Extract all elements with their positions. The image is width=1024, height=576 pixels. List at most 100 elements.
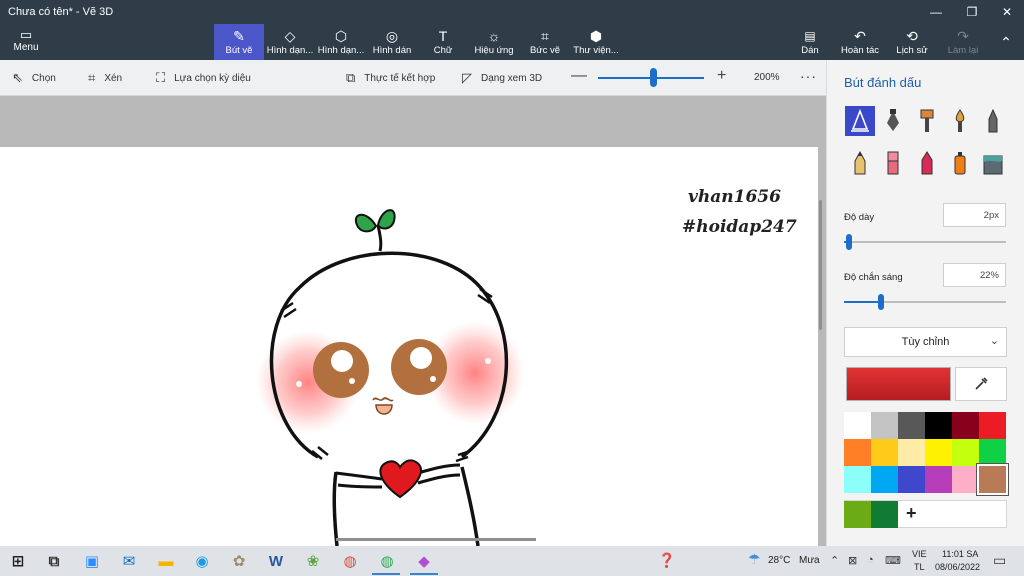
custom-color-swatch[interactable] [871,501,898,528]
tool-2d-shapes[interactable]: ◇ Hình dạn... [266,24,314,60]
mail-icon[interactable]: ✉ [119,551,139,571]
palette-swatch[interactable] [844,439,871,466]
vertical-scrollbar[interactable] [819,200,822,330]
current-color-swatch[interactable] [846,367,951,401]
notification-icon[interactable]: ▭ [993,552,1006,569]
palette-swatch[interactable] [844,412,871,439]
language-line2[interactable]: TL [914,562,925,572]
chrome-icon[interactable]: ◍ [340,551,360,571]
fill-button[interactable] [978,148,1008,178]
collapse-ribbon-button[interactable]: ⌃ [994,30,1018,54]
watermark-hashtag: #hoidap247 [682,217,797,237]
history-button[interactable]: ⟲ Lịch sử [892,24,932,60]
tool-effects[interactable]: ☼ Hiệu ứng [470,24,518,60]
weather-icon[interactable]: ☂ [748,551,761,568]
crop-button[interactable]: ⌗ Xén [88,60,122,96]
help-icon[interactable]: ❓ [658,552,675,569]
magic-select-button[interactable]: ⛶ Lựa chọn kỳ diệu [156,60,251,96]
palette-swatch[interactable] [898,439,925,466]
opacity-slider-thumb[interactable] [878,294,884,310]
word-icon[interactable]: W [266,551,286,571]
crayon-button[interactable] [912,148,942,178]
wifi-icon[interactable]: ◔ [867,554,874,566]
more-options-button[interactable]: ··· [800,68,817,84]
palette-swatch[interactable] [952,412,979,439]
palette-swatch[interactable] [871,466,898,493]
task-view-icon[interactable]: ⧉ [44,551,64,571]
opacity-label: Độ chắn sáng [844,272,903,283]
clock-time[interactable]: 11:01 SA [942,549,978,559]
spray-can-button[interactable] [945,148,975,178]
pencil-button[interactable] [845,148,875,178]
maximize-button[interactable]: ❐ [955,0,989,24]
right-eye-dot [430,376,436,382]
custom-color-swatch[interactable] [844,501,871,528]
palette-swatch[interactable] [952,439,979,466]
palette-swatch[interactable] [871,439,898,466]
opacity-input[interactable]: 22% [943,263,1006,287]
undo-button[interactable]: ↶ Hoàn tác [838,24,882,60]
palette-swatch[interactable] [925,466,952,493]
watercolor-button[interactable] [945,106,975,136]
finish-dropdown[interactable]: Tùy chỉnh ⌄ [844,327,1007,357]
eyedropper-button[interactable] [955,367,1007,401]
close-button[interactable]: ✕ [990,0,1024,24]
chevron-up-icon[interactable]: ⌃ [830,554,839,567]
zoom-out-button[interactable]: — [571,67,587,85]
palette-swatch[interactable] [977,464,1008,495]
chrome-profile-icon[interactable]: ◍ [377,551,397,571]
menu-button[interactable]: ▭ Menu [6,27,46,57]
palette-swatch[interactable] [898,412,925,439]
language-line1[interactable]: VIE [912,549,927,559]
meet-now-icon[interactable]: ⊠ [848,554,857,567]
app-icon[interactable]: ❀ [303,551,323,571]
thickness-slider-track[interactable] [844,241,1006,243]
palette-swatch[interactable] [979,412,1006,439]
undo-icon: ↶ [854,28,866,44]
thickness-slider-thumb[interactable] [846,234,852,250]
view-3d-button[interactable]: ◸ Dạng xem 3D [462,60,542,96]
eraser-button[interactable] [878,148,908,178]
palette-swatch[interactable] [979,439,1006,466]
redo-button[interactable]: ↷ Làm lại [943,24,983,60]
paint-3d-icon[interactable]: ◆ [414,551,434,571]
tool-text[interactable]: T Chữ [425,24,461,60]
mixed-reality-button[interactable]: ⧉ Thực tế kết hợp [346,60,435,96]
edge-icon[interactable]: ◉ [192,551,212,571]
calligraphy-pen-icon [887,109,899,131]
select-button[interactable]: ⇖ Chọn [12,60,56,96]
file-explorer-icon[interactable]: ▬ [156,551,176,571]
marker-brush-button[interactable] [845,106,875,136]
zoom-slider-thumb[interactable] [650,68,657,87]
palette-swatch[interactable] [898,466,925,493]
palette-swatch[interactable] [925,439,952,466]
tool-label: Hình dạn... [317,45,365,56]
calligraphy-pen-button[interactable] [878,106,908,136]
minimize-button[interactable]: — [919,0,953,24]
palette-swatch[interactable] [844,466,871,493]
thickness-input[interactable]: 2px [943,203,1006,227]
paste-button[interactable]: ▤ Dán [796,24,824,60]
weather-temp[interactable]: 28°C [768,555,790,566]
tool-canvas[interactable]: ⌗ Bức vẽ [525,24,565,60]
oil-brush-button[interactable] [912,106,942,136]
horizontal-scrollbar[interactable] [336,538,536,541]
tool-3d-library[interactable]: ⬢ Thư viện... [572,24,620,60]
palette-swatch[interactable] [952,466,979,493]
palette-swatch[interactable] [925,412,952,439]
weather-text[interactable]: Mưa [799,555,820,566]
pixel-pen-button[interactable] [978,106,1008,136]
cursor-arrow-icon: ⇖ [12,70,23,85]
tool-3d-shapes[interactable]: ⬡ Hình dạn... [316,24,366,60]
tool-stickers[interactable]: ◎ Hình dán [368,24,416,60]
clock-date[interactable]: 08/06/2022 [935,562,980,572]
add-color-button[interactable]: + [906,503,917,524]
drawing-canvas[interactable]: vhan1656 #hoidap247 [0,147,818,546]
zoom-icon[interactable]: ▣ [82,551,102,571]
tool-brushes[interactable]: ✎ Bút vẽ [214,24,264,60]
palette-swatch[interactable] [871,412,898,439]
windows-start-icon[interactable]: ⊞ [8,551,28,571]
zoom-in-button[interactable]: + [717,67,726,85]
keyboard-icon[interactable]: ⌨ [885,554,901,567]
paint-icon[interactable]: ✿ [229,551,249,571]
